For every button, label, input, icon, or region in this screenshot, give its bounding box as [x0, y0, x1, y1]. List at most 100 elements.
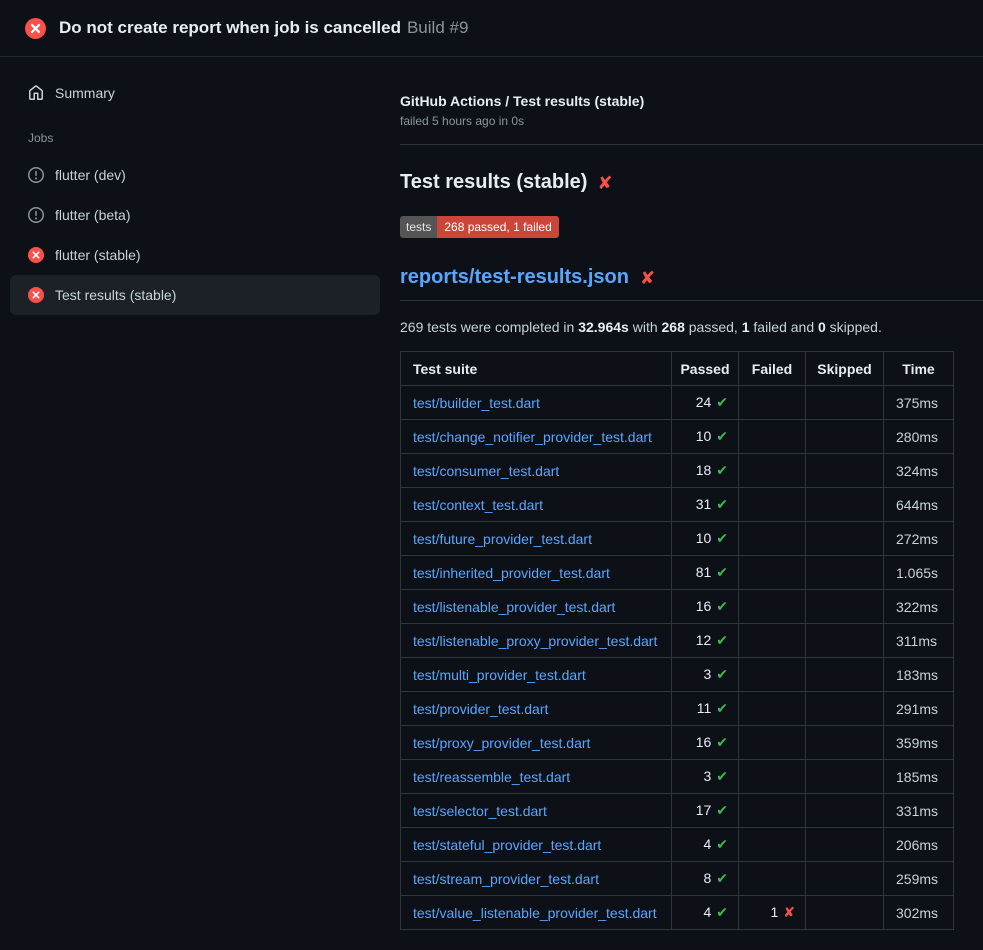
- table-row: test/future_provider_test.dart 10✔ 272ms: [401, 522, 954, 556]
- check-icon: ✔: [716, 836, 728, 852]
- check-icon: ✔: [716, 666, 728, 682]
- skipped-cell: [806, 454, 884, 488]
- time-cell: 311ms: [884, 624, 954, 658]
- suite-link[interactable]: test/provider_test.dart: [413, 701, 548, 717]
- passed-cell: 4✔: [672, 896, 739, 930]
- passed-cell: 3✔: [672, 760, 739, 794]
- failed-cell: [739, 420, 806, 454]
- failed-cell: [739, 454, 806, 488]
- table-row: test/listenable_provider_test.dart 16✔ 3…: [401, 590, 954, 624]
- breadcrumb: GitHub Actions / Test results (stable): [400, 93, 983, 109]
- time-cell: 291ms: [884, 692, 954, 726]
- suite-link[interactable]: test/proxy_provider_test.dart: [413, 735, 590, 751]
- time-cell: 324ms: [884, 454, 954, 488]
- failed-cell: [739, 828, 806, 862]
- badge-label: tests: [400, 216, 437, 238]
- page-title: Do not create report when job is cancell…: [59, 18, 468, 38]
- table-row: test/selector_test.dart 17✔ 331ms: [401, 794, 954, 828]
- header-passed: Passed: [672, 352, 739, 386]
- sidebar-item-flutter-stable[interactable]: flutter (stable): [10, 235, 380, 275]
- suite-link[interactable]: test/reassemble_test.dart: [413, 769, 570, 785]
- skipped-cell: [806, 658, 884, 692]
- suite-link[interactable]: test/value_listenable_provider_test.dart: [413, 905, 657, 921]
- time-cell: 280ms: [884, 420, 954, 454]
- suite-link[interactable]: test/builder_test.dart: [413, 395, 540, 411]
- table-header-row: Test suite Passed Failed Skipped Time: [401, 352, 954, 386]
- time-cell: 644ms: [884, 488, 954, 522]
- skipped-cell: [806, 420, 884, 454]
- suite-link[interactable]: test/consumer_test.dart: [413, 463, 559, 479]
- failed-cell: 1✘: [739, 896, 806, 930]
- x-icon: ✘: [783, 904, 795, 920]
- header-failed: Failed: [739, 352, 806, 386]
- table-row: test/proxy_provider_test.dart 16✔ 359ms: [401, 726, 954, 760]
- time-cell: 259ms: [884, 862, 954, 896]
- tests-badge: tests 268 passed, 1 failed: [400, 216, 559, 238]
- passed-cell: 16✔: [672, 590, 739, 624]
- suite-link[interactable]: test/stateful_provider_test.dart: [413, 837, 601, 853]
- check-icon: ✔: [716, 462, 728, 478]
- time-cell: 1.065s: [884, 556, 954, 590]
- sidebar: Summary Jobs flutter (dev) flutter (beta…: [0, 57, 390, 950]
- time-cell: 302ms: [884, 896, 954, 930]
- check-icon: ✔: [716, 564, 728, 580]
- suite-link[interactable]: test/future_provider_test.dart: [413, 531, 592, 547]
- skipped-cell: [806, 896, 884, 930]
- table-row: test/reassemble_test.dart 3✔ 185ms: [401, 760, 954, 794]
- suite-link[interactable]: test/multi_provider_test.dart: [413, 667, 586, 683]
- check-icon: ✔: [716, 734, 728, 750]
- passed-cell: 10✔: [672, 420, 739, 454]
- check-icon: ✔: [716, 802, 728, 818]
- suite-link[interactable]: test/context_test.dart: [413, 497, 543, 513]
- sidebar-summary-label: Summary: [55, 85, 115, 101]
- skipped-cell: [806, 760, 884, 794]
- main-content: GitHub Actions / Test results (stable) f…: [390, 57, 983, 950]
- check-icon: ✔: [716, 904, 728, 920]
- suite-link[interactable]: test/selector_test.dart: [413, 803, 547, 819]
- x-icon: ✘: [597, 174, 612, 192]
- sidebar-item-test-results-stable[interactable]: Test results (stable): [10, 275, 380, 315]
- passed-cell: 8✔: [672, 862, 739, 896]
- sidebar-item-summary[interactable]: Summary: [10, 73, 380, 113]
- passed-cell: 18✔: [672, 454, 739, 488]
- table-row: test/context_test.dart 31✔ 644ms: [401, 488, 954, 522]
- header-test-suite: Test suite: [401, 352, 672, 386]
- header-time: Time: [884, 352, 954, 386]
- x-circle-icon: [25, 18, 46, 39]
- status-line: failed 5 hours ago in 0s: [400, 114, 983, 128]
- jobs-list: flutter (dev) flutter (beta) flutter (st…: [0, 155, 390, 315]
- home-icon: [28, 85, 44, 101]
- x-icon: ✘: [640, 269, 655, 287]
- suite-link[interactable]: test/listenable_provider_test.dart: [413, 599, 615, 615]
- failed-cell: [739, 556, 806, 590]
- sidebar-item-flutter-dev[interactable]: flutter (dev): [10, 155, 380, 195]
- results-table: Test suite Passed Failed Skipped Time te…: [400, 351, 954, 930]
- table-row: test/provider_test.dart 11✔ 291ms: [401, 692, 954, 726]
- check-icon: ✔: [716, 768, 728, 784]
- alert-circle-icon: [28, 207, 44, 223]
- suite-link[interactable]: test/inherited_provider_test.dart: [413, 565, 610, 581]
- failed-cell: [739, 726, 806, 760]
- passed-cell: 11✔: [672, 692, 739, 726]
- time-cell: 322ms: [884, 590, 954, 624]
- skipped-cell: [806, 522, 884, 556]
- failed-cell: [739, 760, 806, 794]
- failed-cell: [739, 658, 806, 692]
- x-circle-icon: [28, 247, 44, 263]
- sidebar-item-flutter-beta[interactable]: flutter (beta): [10, 195, 380, 235]
- check-icon: ✔: [716, 496, 728, 512]
- suite-link[interactable]: test/change_notifier_provider_test.dart: [413, 429, 652, 445]
- skipped-cell: [806, 590, 884, 624]
- check-icon: ✔: [716, 632, 728, 648]
- report-file-link[interactable]: reports/test-results.json: [400, 266, 629, 289]
- time-cell: 359ms: [884, 726, 954, 760]
- skipped-cell: [806, 624, 884, 658]
- divider: [400, 144, 983, 145]
- build-number: Build #9: [407, 18, 468, 37]
- suite-link[interactable]: test/stream_provider_test.dart: [413, 871, 599, 887]
- failed-cell: [739, 624, 806, 658]
- suite-link[interactable]: test/listenable_proxy_provider_test.dart: [413, 633, 657, 649]
- passed-cell: 81✔: [672, 556, 739, 590]
- time-cell: 206ms: [884, 828, 954, 862]
- passed-cell: 12✔: [672, 624, 739, 658]
